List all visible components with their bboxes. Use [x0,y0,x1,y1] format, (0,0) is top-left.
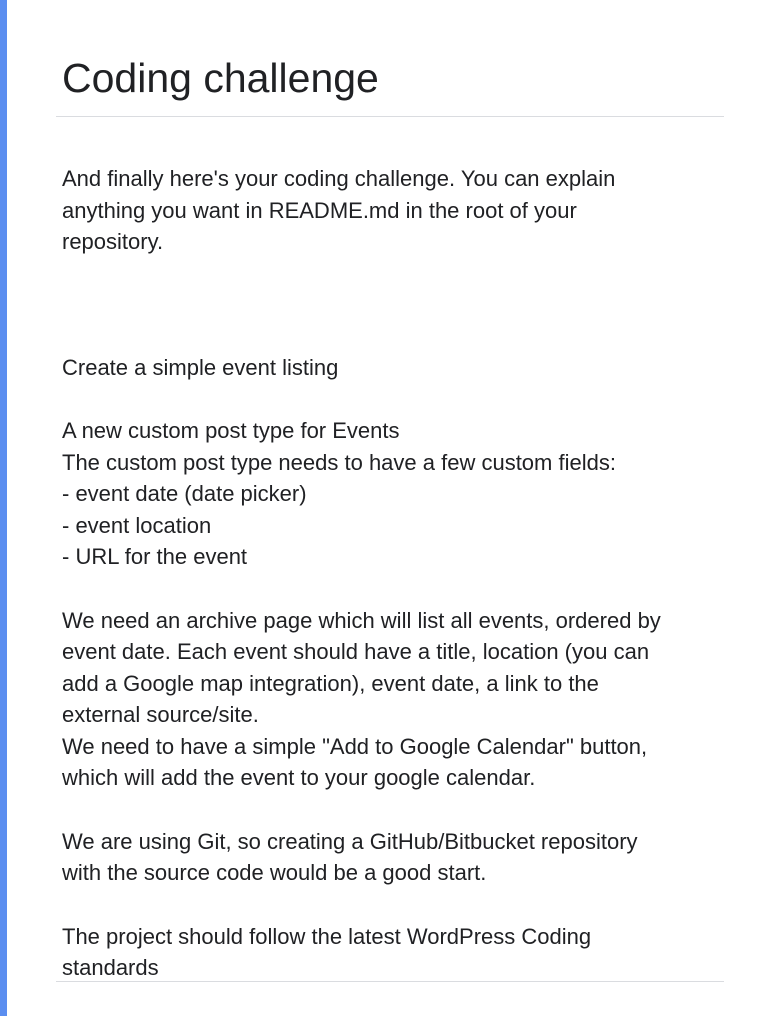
archive-paragraph: We need an archive page which will list … [62,607,661,791]
form-section: Coding challenge And finally here's your… [56,0,724,984]
bottom-divider [56,981,724,982]
intro-paragraph: And finally here's your coding challenge… [62,166,616,254]
standards-paragraph: The project should follow the latest Wor… [62,923,592,981]
git-paragraph: We are using Git, so creating a GitHub/B… [62,828,638,886]
requirements-paragraph: A new custom post type for Events The cu… [62,418,616,569]
section-accent-bar [0,0,7,1016]
page-title: Coding challenge [62,55,379,101]
section-description: And finally here's your coding challenge… [56,117,724,984]
challenge-heading: Create a simple event listing [62,354,339,380]
